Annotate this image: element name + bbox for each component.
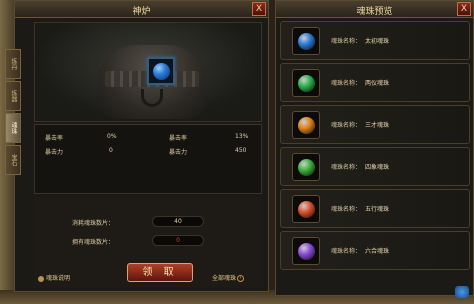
help-icon xyxy=(38,275,44,282)
side-tabs: 炼丹 炼器 魂珠 宝石 xyxy=(5,49,21,177)
orb-slot xyxy=(292,27,320,55)
orb-name: 三才魂珠 xyxy=(365,122,390,129)
side-tab-soul-orb[interactable]: 魂珠 xyxy=(5,113,21,143)
orb-name-row: 魂珠名称： 两仪魂珠 xyxy=(331,78,389,87)
all-preview-link[interactable]: 全部魂珠 › xyxy=(212,273,245,282)
claim-panel: 消耗魂珠数片： 40 拥有魂珠数片： 0 领 取 魂珠说明 全部魂珠 › xyxy=(34,197,262,287)
orb-name-label: 魂珠名称： xyxy=(331,80,362,87)
list-item[interactable]: 魂珠名称： 五行魂珠 xyxy=(280,189,470,228)
furnace-title: 神炉 xyxy=(132,7,151,17)
orb-name-label: 魂珠名称： xyxy=(331,206,362,213)
help-link[interactable]: 魂珠说明 xyxy=(38,273,70,282)
blue-orb-icon xyxy=(153,63,170,80)
cauldron-ring xyxy=(141,89,163,107)
orb-name: 六合魂珠 xyxy=(365,248,390,255)
orb-name: 四象魂珠 xyxy=(365,164,390,171)
stat-label: 暴击率 xyxy=(169,135,188,142)
orb-name: 两仪魂珠 xyxy=(365,80,390,87)
help-link-label: 魂珠说明 xyxy=(46,275,71,282)
orb-icon xyxy=(298,75,315,92)
list-item[interactable]: 魂珠名称： 六合魂珠 xyxy=(280,231,470,270)
list-item[interactable]: 魂珠名称： 三才魂珠 xyxy=(280,105,470,144)
side-tab-alchemy[interactable]: 炼丹 xyxy=(5,49,21,79)
claim-button[interactable]: 领 取 xyxy=(127,263,193,282)
stat-label: 暴击力 xyxy=(169,149,188,156)
orb-name-label: 魂珠名称： xyxy=(331,38,362,45)
orb-slot xyxy=(292,69,320,97)
orb-slot xyxy=(292,237,320,265)
orb-icon xyxy=(298,159,315,176)
orb-name-label: 魂珠名称： xyxy=(331,122,362,129)
stat-value: 0% xyxy=(107,133,117,140)
stat-value: 450 xyxy=(235,147,247,154)
orb-name-label: 魂珠名称： xyxy=(331,248,362,255)
chevron-right-icon: › xyxy=(237,275,245,282)
preview-close-button[interactable]: X xyxy=(457,2,471,16)
side-tab-gem[interactable]: 宝石 xyxy=(5,145,21,175)
list-item[interactable]: 魂珠名称： 四象魂珠 xyxy=(280,147,470,186)
orb-icon xyxy=(298,33,315,50)
orb-icon xyxy=(298,201,315,218)
list-item[interactable]: 魂珠名称： 两仪魂珠 xyxy=(280,63,470,102)
own-field: 0 xyxy=(152,235,204,246)
consume-label: 消耗魂珠数片： xyxy=(72,220,115,227)
preview-titlebar: 魂珠预览 X xyxy=(276,1,473,18)
corner-logo xyxy=(455,286,469,298)
orb-name-row: 魂珠名称： 三才魂珠 xyxy=(331,120,389,129)
orb-preview-window: 魂珠预览 X 魂珠名称： 太初魂珠 魂珠名称： 两仪魂珠 魂珠名称： 三才魂珠 魂珠名… xyxy=(275,0,474,296)
orb-slot[interactable] xyxy=(147,57,175,85)
stats-panel: 暴击率 0% 暴击力 0 暴击率 13% 暴击力 450 xyxy=(34,124,262,194)
orb-name-row: 魂珠名称： 六合魂珠 xyxy=(331,246,389,255)
orb-slot xyxy=(292,195,320,223)
orb-name-label: 魂珠名称： xyxy=(331,164,362,171)
furnace-close-button[interactable]: X xyxy=(252,2,266,16)
furnace-stage xyxy=(34,22,262,122)
list-item[interactable]: 魂珠名称： 太初魂珠 xyxy=(280,21,470,60)
furnace-window: 神炉 X 炼丹 炼器 魂珠 宝石 暴击率 0% 暴击力 0 暴击率 13% 暴击… xyxy=(5,0,269,292)
orb-name: 五行魂珠 xyxy=(365,206,390,213)
orb-name: 太初魂珠 xyxy=(365,38,390,45)
orb-icon xyxy=(298,243,315,260)
stat-value: 0 xyxy=(109,147,113,154)
orb-name-row: 魂珠名称： 五行魂珠 xyxy=(331,204,389,213)
orb-name-row: 魂珠名称： 四象魂珠 xyxy=(331,162,389,171)
orb-list: 魂珠名称： 太初魂珠 魂珠名称： 两仪魂珠 魂珠名称： 三才魂珠 魂珠名称： 四象魂珠 … xyxy=(280,21,470,273)
all-preview-label: 全部魂珠 xyxy=(212,275,237,282)
own-label: 拥有魂珠数片： xyxy=(72,239,115,246)
side-tab-forging[interactable]: 炼器 xyxy=(5,81,21,111)
consume-field: 40 xyxy=(152,216,204,227)
stat-label: 暴击率 xyxy=(45,135,64,142)
orb-slot xyxy=(292,111,320,139)
stat-value: 13% xyxy=(235,133,249,140)
furnace-titlebar: 神炉 X xyxy=(15,1,268,18)
preview-title: 魂珠预览 xyxy=(356,7,393,17)
orb-name-row: 魂珠名称： 太初魂珠 xyxy=(331,36,389,45)
orb-slot xyxy=(292,153,320,181)
orb-icon xyxy=(298,117,315,134)
stat-label: 暴击力 xyxy=(45,149,64,156)
